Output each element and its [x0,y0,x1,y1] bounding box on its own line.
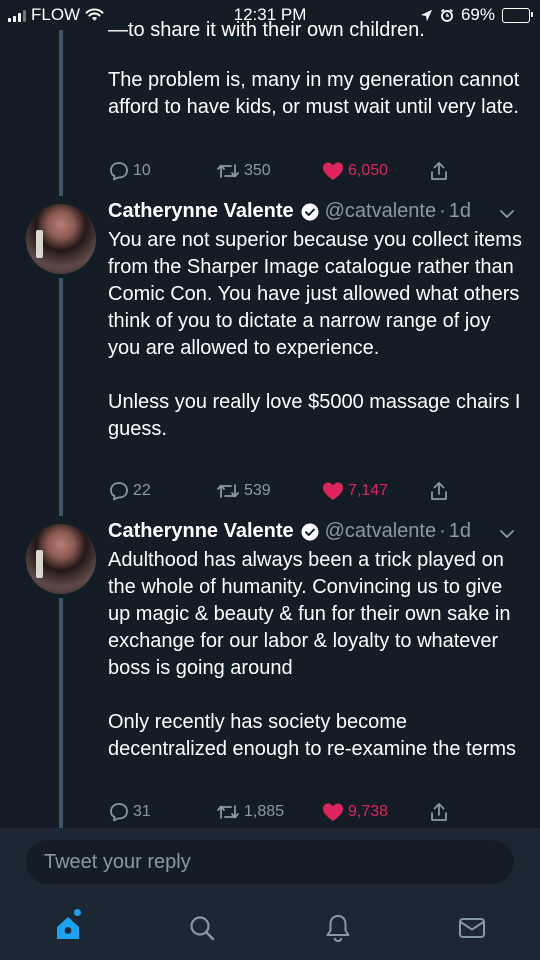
retweet-count: 350 [244,162,271,179]
tab-search[interactable] [180,906,224,950]
reply-icon [110,482,128,501]
heart-filled-icon [323,162,343,180]
like-count: 6,050 [348,162,389,179]
tweet-text-cutoff: —to share it with their own children. [108,19,425,36]
chevron-down-icon[interactable] [498,205,516,223]
tweet-paragraph: Only recently has society become decentr… [108,711,517,760]
tab-home[interactable] [46,906,90,950]
tweet-text: You are not superior because you collect… [108,227,528,443]
retweet-button[interactable]: 350 [215,160,271,182]
tab-messages[interactable] [450,906,494,950]
reply-button[interactable]: 31 [108,801,151,823]
reply-icon [110,162,128,181]
tweet-header: Catherynne Valente @catvalente · 1d [108,520,471,543]
thread-line [59,30,63,196]
tweet-header: Catherynne Valente @catvalente · 1d [108,200,471,223]
author-name[interactable]: Catherynne Valente [108,200,294,223]
reply-icon [110,803,128,822]
tweet-time: 1d [448,520,472,542]
retweet-button[interactable]: 1,885 [215,801,284,823]
share-icon [431,162,447,180]
notifications-icon [326,915,350,943]
avatar[interactable] [26,524,96,594]
tab-notifications[interactable] [316,906,360,950]
like-count: 7,147 [348,482,389,499]
retweet-icon [217,164,239,178]
retweet-count: 539 [244,482,271,499]
like-button[interactable]: 6,050 [321,160,388,182]
author-handle[interactable]: @catvalente [325,520,436,543]
tweet-text: Adulthood has always been a trick played… [108,547,528,763]
tweet-paragraph: Adulthood has always been a trick played… [108,549,511,679]
search-icon [190,916,215,941]
tweet-paragraph: The problem is, many in my generation ca… [108,69,520,118]
thread-line [59,278,63,516]
notification-dot [74,909,81,916]
share-button[interactable] [428,160,453,182]
reply-count: 10 [133,162,151,179]
share-button[interactable] [428,801,453,823]
chevron-down-icon[interactable] [498,525,516,543]
tweet-actions: 22 539 7,147 [108,480,528,506]
author-name[interactable]: Catherynne Valente [108,520,294,543]
like-count: 9,738 [348,803,389,820]
messages-icon [459,918,485,938]
verified-badge-icon [301,203,319,220]
share-icon [431,803,447,821]
tab-bar [0,906,540,950]
tweet-text: The problem is, many in my generation ca… [108,67,528,121]
retweet-icon [217,484,239,498]
tweet-actions: 10 350 6,050 [108,160,528,186]
tweet-time: 1d [448,200,472,222]
like-button[interactable]: 9,738 [321,801,388,823]
reply-button[interactable]: 22 [108,480,151,502]
author-handle[interactable]: @catvalente [325,200,436,223]
thread-line [59,598,63,828]
tweet-paragraph: You are not superior because you collect… [108,229,522,359]
separator-dot: · [439,520,446,542]
tweet-paragraph: Unless you really love $5000 massage cha… [108,391,521,440]
share-button[interactable] [428,480,453,502]
like-button[interactable]: 7,147 [321,480,388,502]
reply-button[interactable]: 10 [108,160,151,182]
home-icon [57,917,79,939]
heart-filled-icon [323,803,343,821]
retweet-icon [217,805,239,819]
tweet-actions: 31 1,885 9,738 [108,801,528,827]
reply-count: 31 [133,803,151,820]
retweet-count: 1,885 [244,803,285,820]
retweet-button[interactable]: 539 [215,480,271,502]
share-icon [431,482,447,500]
reply-count: 22 [133,482,151,499]
reply-input[interactable]: Tweet your reply [26,840,514,884]
bottom-panel: Tweet your reply [0,828,540,960]
tweet-thread: —to share it with their own children. Th… [0,0,540,828]
avatar[interactable] [26,204,96,274]
heart-filled-icon [323,482,343,500]
separator-dot: · [439,200,446,222]
verified-badge-icon [301,523,319,540]
